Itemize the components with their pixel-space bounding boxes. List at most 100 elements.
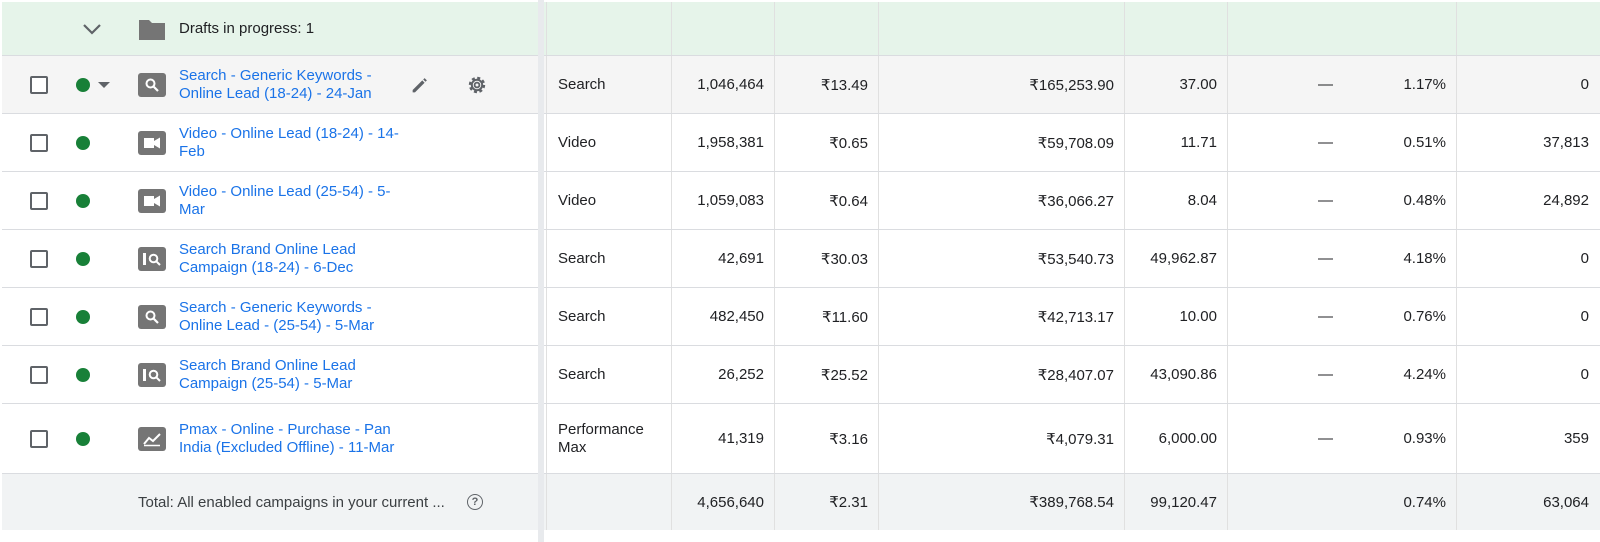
campaign-name[interactable]: Search - Generic Keywords - Online Lead …: [179, 299, 401, 335]
rate: 0.51%: [1403, 134, 1446, 151]
status-enabled-icon[interactable]: [76, 56, 116, 113]
cost: ₹53,540.73: [1037, 250, 1114, 268]
campaign-type: Search: [558, 75, 606, 93]
col7-value: 0: [1580, 76, 1589, 93]
campaign-name-link[interactable]: Search Brand Online Lead Campaign (25-54…: [179, 346, 401, 403]
avg-cpc: ₹3.16: [829, 430, 868, 448]
col4-value: 8.04: [1187, 192, 1217, 209]
help-glyph: ?: [467, 494, 483, 510]
drafts-row[interactable]: Drafts in progress: 1: [2, 2, 1600, 56]
status-enabled-icon[interactable]: [76, 114, 116, 171]
row-checkbox[interactable]: [30, 346, 50, 403]
column-resize-divider[interactable]: [538, 0, 544, 542]
row-checkbox[interactable]: [30, 230, 50, 287]
avg-cpc: ₹0.64: [829, 192, 868, 210]
cost: ₹28,407.07: [1037, 366, 1114, 384]
cost: ₹165,253.90: [1029, 76, 1114, 94]
campaign-name-link[interactable]: Search - Generic Keywords - Online Lead …: [179, 56, 401, 113]
status-enabled-icon[interactable]: [76, 404, 116, 473]
status-enabled-icon[interactable]: [76, 230, 116, 287]
impressions: 1,046,464: [697, 76, 764, 93]
rate: 1.17%: [1403, 76, 1446, 93]
avg-cpc: ₹13.49: [820, 76, 868, 94]
impressions: 41,319: [718, 430, 764, 447]
impressions: 1,958,381: [697, 134, 764, 151]
rate: 4.24%: [1403, 366, 1446, 383]
col4-value: 6,000.00: [1158, 430, 1217, 447]
impressions: 1,059,083: [697, 192, 764, 209]
col7-value: 0: [1580, 250, 1589, 267]
row-checkbox[interactable]: [30, 56, 50, 113]
status-dropdown-icon[interactable]: [98, 81, 110, 88]
campaign-type: Video: [558, 191, 597, 209]
avg-cpc: ₹25.52: [820, 366, 868, 384]
total-impressions: 4,656,640: [697, 493, 764, 511]
campaign-name-link[interactable]: Video - Online Lead (18-24) - 14-Feb: [179, 114, 401, 171]
col7-value: 37,813: [1543, 134, 1589, 151]
campaign-row[interactable]: Search - Generic Keywords - Online Lead …: [2, 56, 1600, 114]
cost: ₹42,713.17: [1037, 308, 1114, 326]
brand-search-campaign-icon: [138, 346, 170, 403]
campaign-name-link[interactable]: Search Brand Online Lead Campaign (18-24…: [179, 230, 401, 287]
campaign-name[interactable]: Video - Online Lead (25-54) - 5-Mar: [179, 183, 401, 219]
total-cost: ₹389,768.54: [1029, 494, 1114, 511]
campaign-row[interactable]: Pmax - Online - Purchase - Pan India (Ex…: [2, 404, 1600, 474]
total-rate: 0.74%: [1403, 493, 1446, 511]
search-campaign-icon: [138, 288, 170, 345]
campaign-name-link[interactable]: Search - Generic Keywords - Online Lead …: [179, 288, 401, 345]
collapse-chevron-icon[interactable]: [74, 2, 110, 55]
col7-value: 359: [1563, 430, 1589, 447]
help-icon[interactable]: ?: [467, 474, 491, 530]
campaign-row[interactable]: Video - Online Lead (18-24) - 14-Feb Vide…: [2, 114, 1600, 172]
row-checkbox[interactable]: [30, 404, 50, 473]
brand-search-campaign-icon: [138, 230, 170, 287]
campaign-name-link[interactable]: Video - Online Lead (25-54) - 5-Mar: [179, 172, 401, 229]
total-col4: 99,120.47: [1150, 493, 1217, 511]
row-checkbox[interactable]: [30, 172, 50, 229]
cost: ₹4,079.31: [1046, 430, 1114, 448]
col7-value: 0: [1580, 366, 1589, 383]
campaign-name[interactable]: Search Brand Online Lead Campaign (18-24…: [179, 241, 401, 277]
campaign-row[interactable]: Search Brand Online Lead Campaign (18-24…: [2, 230, 1600, 288]
campaign-name[interactable]: Search - Generic Keywords - Online Lead …: [179, 67, 401, 103]
search-campaign-icon: [138, 56, 170, 113]
campaign-type: Search: [558, 307, 606, 325]
col5-value: —: [1318, 366, 1333, 383]
performance-max-campaign-icon: [138, 404, 170, 473]
campaign-row[interactable]: Search Brand Online Lead Campaign (25-54…: [2, 346, 1600, 404]
campaign-type: Search: [558, 249, 606, 267]
campaign-name[interactable]: Pmax - Online - Purchase - Pan India (Ex…: [179, 421, 401, 457]
cost: ₹59,708.09: [1037, 134, 1114, 152]
total-col7: 63,064: [1543, 493, 1589, 511]
campaign-type: Video: [558, 133, 597, 151]
drafts-label[interactable]: Drafts in progress: 1: [179, 2, 479, 55]
campaign-name[interactable]: Video - Online Lead (18-24) - 14-Feb: [179, 125, 401, 161]
col4-value: 43,090.86: [1150, 366, 1217, 383]
edit-pencil-icon[interactable]: [409, 56, 435, 113]
col4-value: 11.71: [1180, 134, 1217, 151]
avg-cpc: ₹0.65: [829, 134, 868, 152]
rate: 0.48%: [1403, 192, 1446, 209]
col4-value: 10.00: [1179, 308, 1217, 325]
col4-value: 49,962.87: [1150, 250, 1217, 267]
total-avg-cpc: ₹2.31: [829, 494, 868, 511]
col4-value: 37.00: [1179, 76, 1217, 93]
impressions: 42,691: [718, 250, 764, 267]
row-checkbox[interactable]: [30, 288, 50, 345]
campaign-name[interactable]: Search Brand Online Lead Campaign (25-54…: [179, 357, 401, 393]
video-campaign-icon: [138, 172, 170, 229]
campaign-row[interactable]: Video - Online Lead (25-54) - 5-Mar Video…: [2, 172, 1600, 230]
status-enabled-icon[interactable]: [76, 346, 116, 403]
status-enabled-icon[interactable]: [76, 172, 116, 229]
impressions: 482,450: [709, 308, 764, 325]
campaign-name-link[interactable]: Pmax - Online - Purchase - Pan India (Ex…: [179, 404, 401, 473]
total-label: Total: All enabled campaigns in your cur…: [138, 493, 445, 511]
campaign-type: Performance Max: [558, 420, 644, 456]
avg-cpc: ₹11.60: [822, 308, 868, 326]
row-checkbox[interactable]: [30, 114, 50, 171]
avg-cpc: ₹30.03: [820, 250, 868, 268]
col7-value: 24,892: [1543, 192, 1589, 209]
campaign-row[interactable]: Search - Generic Keywords - Online Lead …: [2, 288, 1600, 346]
status-enabled-icon[interactable]: [76, 288, 116, 345]
gear-settings-icon[interactable]: [465, 56, 491, 113]
